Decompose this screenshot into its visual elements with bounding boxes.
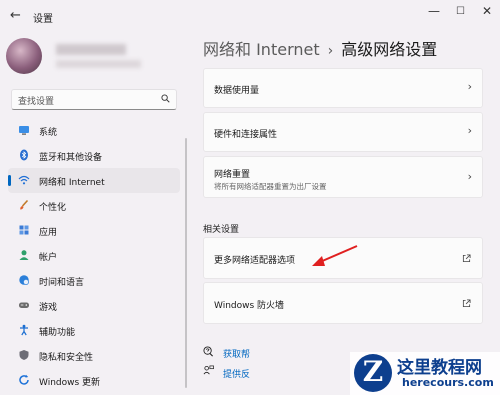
sidebar-item-label: 隐私和安全性: [39, 353, 94, 363]
search-placeholder: 查找设置: [18, 97, 55, 107]
more-adapter-options-label: 更多网络适配器选项: [214, 256, 296, 266]
sidebar-item-bluetooth[interactable]: 蓝牙和其他设备: [8, 143, 180, 168]
hardware-properties-card[interactable]: 硬件和连接属性 ›: [203, 112, 483, 152]
breadcrumb-parent[interactable]: 网络和 Internet: [203, 40, 320, 59]
bluetooth-icon: [20, 149, 28, 161]
sidebar-item-accessibility[interactable]: 辅助功能: [8, 318, 180, 343]
close-button[interactable]: ✕: [482, 4, 492, 18]
wifi-icon: [18, 175, 30, 185]
sidebar-item-label: 个性化: [39, 203, 67, 213]
sidebar-item-gaming[interactable]: 游戏: [8, 293, 180, 318]
sidebar-scrollbar[interactable]: [185, 138, 187, 388]
sidebar-item-label: 辅助功能: [39, 328, 76, 338]
account-icon: [19, 250, 29, 260]
chevron-right-icon: ›: [467, 170, 472, 183]
sidebar-item-personalization[interactable]: 个性化: [8, 193, 180, 218]
chevron-right-icon: ›: [467, 80, 472, 93]
sidebar-item-time-language[interactable]: 时间和语言: [8, 268, 180, 293]
sidebar-item-system[interactable]: 系统: [8, 118, 180, 143]
logo-english-text: herecours.com: [402, 376, 494, 389]
sidebar-nav: 系统 蓝牙和其他设备 网络和 Internet 个性化 应用 帐户 时间和语言 …: [8, 118, 180, 393]
monitor-icon: [19, 126, 29, 135]
logo-z-mark: Z: [354, 354, 392, 392]
globe-clock-icon: [19, 275, 29, 285]
network-reset-card[interactable]: 网络重置 将所有网络适配器重置为出厂设置 ›: [203, 156, 483, 198]
sidebar-item-label: Windows 更新: [39, 378, 101, 388]
update-icon: [19, 374, 29, 385]
user-name-blurred: [56, 44, 126, 55]
breadcrumb: 网络和 Internet › 高级网络设置: [203, 36, 437, 60]
help-icon: [203, 346, 214, 357]
page-title: 高级网络设置: [341, 40, 438, 59]
external-link-icon: [462, 299, 471, 308]
user-email-blurred: [56, 60, 141, 68]
maximize-button[interactable]: ☐: [456, 6, 465, 17]
window-title: 设置: [33, 14, 53, 25]
sidebar-item-label: 网络和 Internet: [39, 178, 105, 188]
logo-chinese-text: 这里教程网: [397, 358, 482, 378]
apps-icon: [19, 225, 29, 235]
sidebar-item-network[interactable]: 网络和 Internet: [8, 168, 180, 193]
sidebar-item-label: 时间和语言: [39, 278, 85, 288]
avatar[interactable]: [6, 38, 42, 74]
shield-icon: [19, 350, 29, 360]
external-link-icon: [462, 254, 471, 263]
network-reset-description: 将所有网络适配器重置为出厂设置: [214, 182, 327, 191]
minimize-button[interactable]: —: [428, 4, 440, 18]
brush-icon: [20, 199, 29, 210]
hardware-properties-label: 硬件和连接属性: [214, 130, 278, 140]
sidebar-item-label: 帐户: [39, 253, 58, 263]
sidebar-item-privacy[interactable]: 隐私和安全性: [8, 343, 180, 368]
feedback-icon: [203, 365, 214, 375]
back-arrow-icon[interactable]: ←: [10, 8, 21, 23]
sidebar-item-label: 应用: [39, 228, 58, 238]
search-input[interactable]: 查找设置: [11, 89, 177, 110]
sidebar-item-apps[interactable]: 应用: [8, 218, 180, 243]
sidebar-item-label: 游戏: [39, 303, 58, 313]
data-usage-card[interactable]: 数据使用量 ›: [203, 68, 483, 108]
sidebar-item-accounts[interactable]: 帐户: [8, 243, 180, 268]
feedback-link[interactable]: 提供反: [223, 367, 250, 380]
breadcrumb-separator: ›: [327, 43, 334, 59]
related-settings-heading: 相关设置: [203, 225, 240, 235]
gamepad-icon: [19, 302, 29, 308]
annotation-arrow-icon: [312, 245, 358, 266]
data-usage-label: 数据使用量: [214, 86, 260, 96]
search-icon: [161, 94, 170, 103]
watermark-logo: Z 这里教程网 herecours.com: [350, 352, 500, 395]
sidebar-item-label: 系统: [39, 128, 58, 138]
sidebar-item-label: 蓝牙和其他设备: [39, 153, 103, 163]
title-bar: ← 设置 — ☐ ✕: [0, 0, 500, 30]
sidebar-item-windows-update[interactable]: Windows 更新: [8, 368, 180, 393]
firewall-card[interactable]: Windows 防火墙: [203, 282, 483, 324]
chevron-right-icon: ›: [467, 124, 472, 137]
accessibility-icon: [20, 324, 28, 336]
network-reset-label: 网络重置: [214, 170, 251, 180]
get-help-link[interactable]: 获取帮: [223, 347, 250, 360]
firewall-label: Windows 防火墙: [214, 301, 285, 311]
